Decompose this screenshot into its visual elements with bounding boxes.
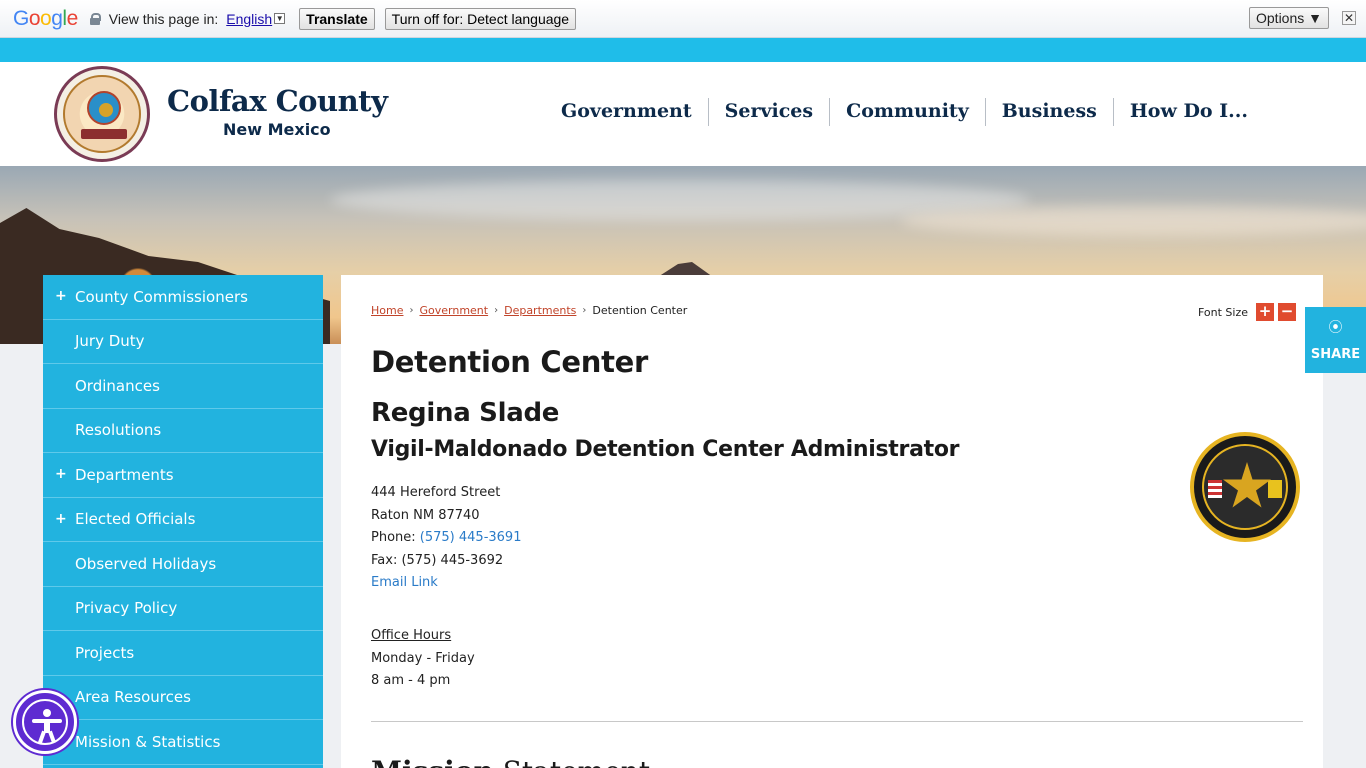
mission-statement-heading: Mission Statement	[371, 755, 650, 768]
language-label: English	[226, 10, 273, 27]
share-button[interactable]: ⦿ SHARE	[1305, 307, 1366, 373]
utility-strip	[0, 38, 1366, 62]
phone-row: Phone: (575) 445-3691	[371, 527, 521, 550]
phone-link[interactable]: (575) 445-3691	[420, 530, 522, 545]
nav-business[interactable]: Business	[986, 98, 1114, 126]
sidebar-item-label: Privacy Policy	[75, 599, 178, 618]
sidebar-item-projects[interactable]: Projects	[43, 631, 323, 676]
breadcrumb-separator: ›	[409, 305, 414, 316]
sidebar-item-label: Observed Holidays	[75, 554, 217, 573]
breadcrumb-separator: ›	[582, 305, 587, 316]
font-increase-button[interactable]: +	[1256, 303, 1274, 321]
sidebar-item-label: Departments	[75, 465, 174, 484]
sidebar-item-label: Resolutions	[75, 421, 162, 440]
page-title: Detention Center	[371, 345, 649, 379]
breadcrumb-home[interactable]: Home	[371, 304, 403, 317]
lock-icon	[89, 12, 101, 25]
expand-icon[interactable]: +	[55, 466, 67, 482]
breadcrumb-departments[interactable]: Departments	[504, 304, 576, 317]
site-header: Colfax County New Mexico Government Serv…	[0, 62, 1366, 166]
turn-off-button[interactable]: Turn off for: Detect language	[384, 7, 577, 30]
accessibility-button[interactable]	[13, 690, 77, 754]
sidebar-item-mission-statistics[interactable]: Mission & Statistics	[43, 720, 323, 765]
email-link[interactable]: Email Link	[371, 572, 521, 595]
options-button[interactable]: Options ▼	[1249, 7, 1329, 29]
sidebar-item-label: Area Resources	[75, 688, 191, 707]
font-decrease-button[interactable]: −	[1278, 303, 1296, 321]
sidebar-item-observed-holidays[interactable]: Observed Holidays	[43, 542, 323, 587]
detention-center-badge-logo	[1190, 432, 1300, 542]
breadcrumb-separator: ›	[494, 305, 499, 316]
sidebar-item-ordinances[interactable]: Ordinances	[43, 364, 323, 409]
sidebar-item-label: Elected Officials	[75, 510, 196, 529]
address-line-2: Raton NM 87740	[371, 507, 480, 523]
translate-bar: Google View this page in: English ▼ Trans…	[0, 0, 1366, 38]
person-name: Regina Slade	[371, 398, 560, 428]
nav-how-do-i[interactable]: How Do I...	[1114, 98, 1264, 126]
main-content: Home › Government › Departments › Detent…	[341, 275, 1323, 768]
nav-government[interactable]: Government	[545, 98, 709, 126]
breadcrumb: Home › Government › Departments › Detent…	[371, 304, 687, 317]
sidebar-item-label: Ordinances	[75, 376, 160, 395]
sidebar-item-label: Projects	[75, 643, 135, 662]
font-size-label: Font Size	[1197, 305, 1248, 319]
breadcrumb-government[interactable]: Government	[419, 304, 488, 317]
breadcrumb-current: Detention Center	[592, 304, 688, 317]
office-hours: Office Hours Monday - Friday 8 am - 4 pm	[371, 625, 475, 693]
expand-icon[interactable]: +	[55, 511, 67, 527]
office-hours-days: Monday - Friday	[371, 650, 475, 666]
sidebar-item-jury-duty[interactable]: Jury Duty	[43, 320, 323, 364]
language-select[interactable]: English	[226, 11, 272, 27]
address-line-1: 444 Hereford Street	[371, 485, 501, 500]
main-nav: Government Services Community Business H…	[545, 98, 1264, 126]
nav-community[interactable]: Community	[830, 98, 986, 126]
phone-label: Phone:	[371, 530, 420, 546]
sidebar-item-resolutions[interactable]: Resolutions	[43, 409, 323, 453]
translate-prompt: View this page in:	[108, 10, 219, 27]
office-hours-title: Office Hours	[371, 628, 452, 643]
nav-services[interactable]: Services	[709, 98, 831, 126]
sidebar-item-label: County Commissioners	[75, 287, 248, 306]
sidebar-item-departments[interactable]: + Departments	[43, 453, 323, 498]
chevron-down-icon[interactable]: ▼	[274, 13, 286, 24]
sidebar-item-label: Mission & Statistics	[75, 732, 221, 751]
share-icon: ⦿	[1328, 320, 1343, 336]
fax-row: Fax: (575) 445-3692	[371, 552, 504, 568]
sidebar-item-area-resources[interactable]: Area Resources	[43, 676, 323, 720]
site-subtitle[interactable]: New Mexico	[223, 120, 331, 139]
sidebar-item-county-commissioners[interactable]: + County Commissioners	[43, 275, 323, 320]
sidebar-nav: + County Commissioners Jury Duty Ordinan…	[43, 275, 323, 768]
close-icon[interactable]: ✕	[1342, 11, 1356, 25]
person-role: Vigil-Maldonado Detention Center Adminis…	[371, 437, 960, 462]
site-title[interactable]: Colfax County	[167, 84, 388, 118]
share-label: SHARE	[1310, 347, 1361, 362]
font-size-control: Font Size + −	[1198, 303, 1296, 321]
section-divider	[371, 721, 1303, 722]
accessibility-icon	[22, 699, 68, 745]
office-hours-time: 8 am - 4 pm	[371, 673, 451, 689]
sidebar-item-label: Jury Duty	[75, 332, 145, 351]
sidebar-item-elected-officials[interactable]: + Elected Officials	[43, 498, 323, 542]
sidebar-item-privacy-policy[interactable]: Privacy Policy	[43, 587, 323, 631]
translate-button[interactable]: Translate	[299, 7, 375, 30]
county-seal-logo[interactable]	[54, 66, 150, 162]
heading-rest-part: Statement	[494, 755, 650, 768]
heading-bold-part: Mission	[371, 755, 494, 768]
expand-icon[interactable]: +	[55, 288, 67, 304]
contact-details: 444 Hereford Street Raton NM 87740 Phone…	[371, 482, 521, 595]
google-logo: Google	[13, 6, 78, 30]
